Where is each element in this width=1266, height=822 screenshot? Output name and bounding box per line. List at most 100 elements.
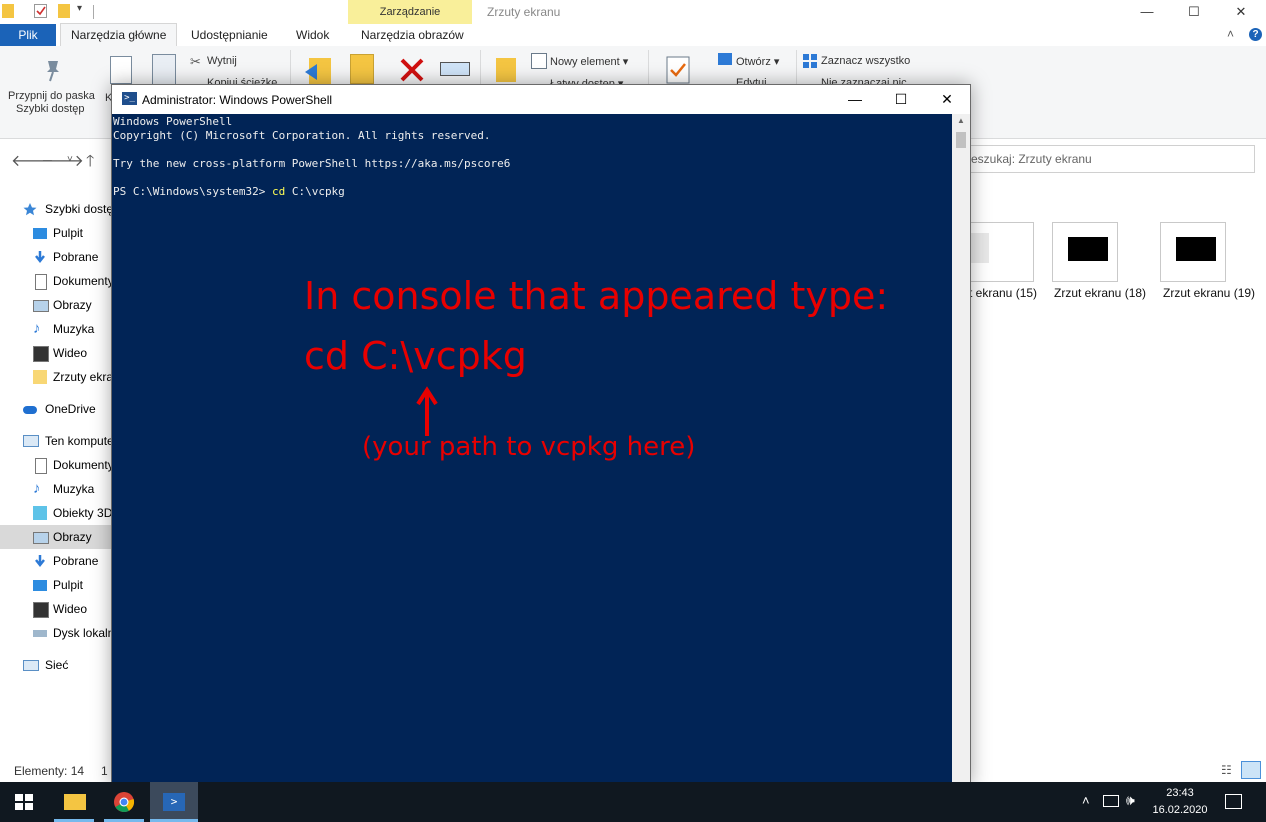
sidebar-item-local-disk[interactable]: Dysk lokalny [0,621,112,645]
sidebar-item-music[interactable]: ♪ Muzyka [0,317,112,341]
new-folder-icon[interactable] [58,4,70,18]
annotation-line-1: In console that appeared type: [304,274,889,318]
sidebar-item-pc-music[interactable]: ♪ Muzyka [0,477,112,501]
tab-share[interactable]: Udostępnianie [191,24,268,46]
qa-separator [93,5,94,19]
thumb-preview-window [969,233,989,263]
forward-arrow-icon[interactable]: 🡒 [41,150,84,171]
sidebar-item-pc-downloads[interactable]: Pobrane [0,549,112,573]
select-all-label[interactable]: Zaznacz wszystko [821,55,910,67]
sidebar-item-downloads[interactable]: Pobrane [0,245,112,269]
ps-close-button[interactable]: ✕ [924,85,970,114]
volume-icon[interactable]: 🕪 [1126,792,1135,809]
console-area[interactable]: Windows PowerShell Copyright (C) Microso… [112,114,952,785]
ps-minimize-button[interactable]: — [832,85,878,114]
clock-time[interactable]: 23:43 [1150,787,1210,799]
scroll-thumb[interactable] [956,132,966,148]
sidebar-label: Pulpit [53,226,84,240]
sidebar-this-pc[interactable]: Ten komputer [0,429,112,453]
properties-icon[interactable] [34,4,47,18]
new-item-icon[interactable] [531,53,547,69]
move-to-icon[interactable] [303,54,333,86]
copy-icon[interactable] [110,56,132,84]
search-input[interactable]: eszukaj: Zrzuty ekranu [968,145,1255,173]
sidebar-item-pictures[interactable]: Obrazy [0,293,112,317]
folder-icon [64,794,86,810]
taskbar-explorer-button[interactable] [50,782,98,822]
sidebar-label: Obrazy [53,298,92,312]
tab-home[interactable]: Narzędzia główne [60,23,178,46]
sidebar-item-pc-videos[interactable]: Wideo [0,597,112,621]
pin-icon[interactable] [40,58,64,84]
details-view-icon[interactable]: ☷ [1221,763,1235,777]
properties-large-icon[interactable] [666,56,690,84]
cut-label[interactable]: Wytnij [207,55,237,67]
context-tab-manage[interactable]: Zarządzanie [348,0,472,24]
sidebar-item-pc-documents[interactable]: Dokumenty [0,453,112,477]
large-icons-view-icon[interactable] [1241,761,1261,779]
sidebar-label: Obiekty 3D [53,506,112,520]
sidebar-item-documents[interactable]: Dokumenty [0,269,112,293]
thumbnail-screenshot-19[interactable] [1160,222,1226,282]
scroll-up-icon[interactable]: ▲ [957,116,965,125]
open-icon[interactable] [718,53,732,65]
console-argument: C:\vcpkg [285,185,345,198]
thumbnail-screenshot-15[interactable] [969,222,1034,282]
rename-icon[interactable] [440,62,470,76]
thumbnail-screenshot-18[interactable] [1052,222,1118,282]
folder-icon[interactable] [2,4,14,18]
copy-to-icon[interactable] [350,54,374,84]
cut-icon[interactable]: ✂ [190,54,201,70]
pictures-icon [33,300,49,312]
ribbon-collapse-icon[interactable]: ˄ [1227,27,1234,41]
sidebar-label: Sieć [45,658,69,672]
minimize-button[interactable]: — [1124,0,1170,24]
sidebar-label: Szybki dostęp [45,202,112,216]
sidebar-label: Zrzuty ekranu [53,370,112,384]
close-button[interactable]: ✕ [1218,0,1264,24]
sidebar-item-pc-desktop[interactable]: Pulpit [0,573,112,597]
taskbar-powershell-button[interactable]: > [150,782,198,822]
recent-locations-icon[interactable]: ˅ [67,154,73,165]
console-scrollbar[interactable]: ▲ [952,114,970,785]
new-item-label[interactable]: Nowy element ▾ [550,55,628,68]
tab-picture-tools[interactable]: Narzędzia obrazów [361,24,464,46]
ps-maximize-button[interactable]: ☐ [878,85,924,114]
tab-view[interactable]: Widok [296,24,329,46]
window-title: Zrzuty ekranu [487,5,561,19]
qa-dropdown-icon[interactable]: ▾ [77,3,82,14]
maximize-button[interactable]: ☐ [1171,0,1217,24]
sidebar-label: Pobrane [53,250,99,264]
download-arrow-icon [35,555,45,568]
sidebar-item-screenshots[interactable]: Zrzuty ekranu [0,365,112,389]
sidebar-item-videos[interactable]: Wideo [0,341,112,365]
sidebar-item-pc-pictures[interactable]: Obrazy [0,525,112,549]
paste-icon[interactable] [152,54,176,86]
clock-date[interactable]: 16.02.2020 [1150,804,1210,816]
music-note-icon: ♪ [33,480,41,497]
windows-start-icon[interactable] [15,794,33,810]
open-label[interactable]: Otwórz ▾ [736,55,779,68]
help-icon[interactable]: ? [1249,28,1262,41]
console-command: cd [271,185,286,198]
notification-center-icon[interactable] [1225,794,1242,809]
sidebar-label: Obrazy [53,530,92,544]
powershell-titlebar[interactable]: >_ Administrator: Windows PowerShell — ☐… [112,85,970,114]
search-placeholder: eszukaj: Zrzuty ekranu [971,152,1092,166]
delete-icon[interactable] [398,56,426,84]
thumb-preview-console [1068,237,1108,261]
tray-overflow-icon[interactable]: ˄ [1082,793,1090,808]
sidebar-network[interactable]: Sieć [0,653,112,677]
new-folder-large-icon[interactable] [496,58,516,82]
sidebar-item-desktop[interactable]: Pulpit [0,221,112,245]
network-tray-icon[interactable] [1103,795,1119,807]
sidebar-item-3d-objects[interactable]: Obiekty 3D [0,501,112,525]
taskbar-chrome-button[interactable] [100,782,148,822]
select-all-icon[interactable] [802,53,818,69]
up-arrow-icon[interactable]: 🡑 [86,150,94,177]
sidebar-label: Wideo [53,602,88,616]
sidebar-onedrive[interactable]: OneDrive [0,397,112,421]
tab-file[interactable]: Plik [0,24,56,46]
powershell-window[interactable]: >_ Administrator: Windows PowerShell — ☐… [111,84,971,786]
sidebar-quick-access[interactable]: Szybki dostęp [0,197,112,221]
